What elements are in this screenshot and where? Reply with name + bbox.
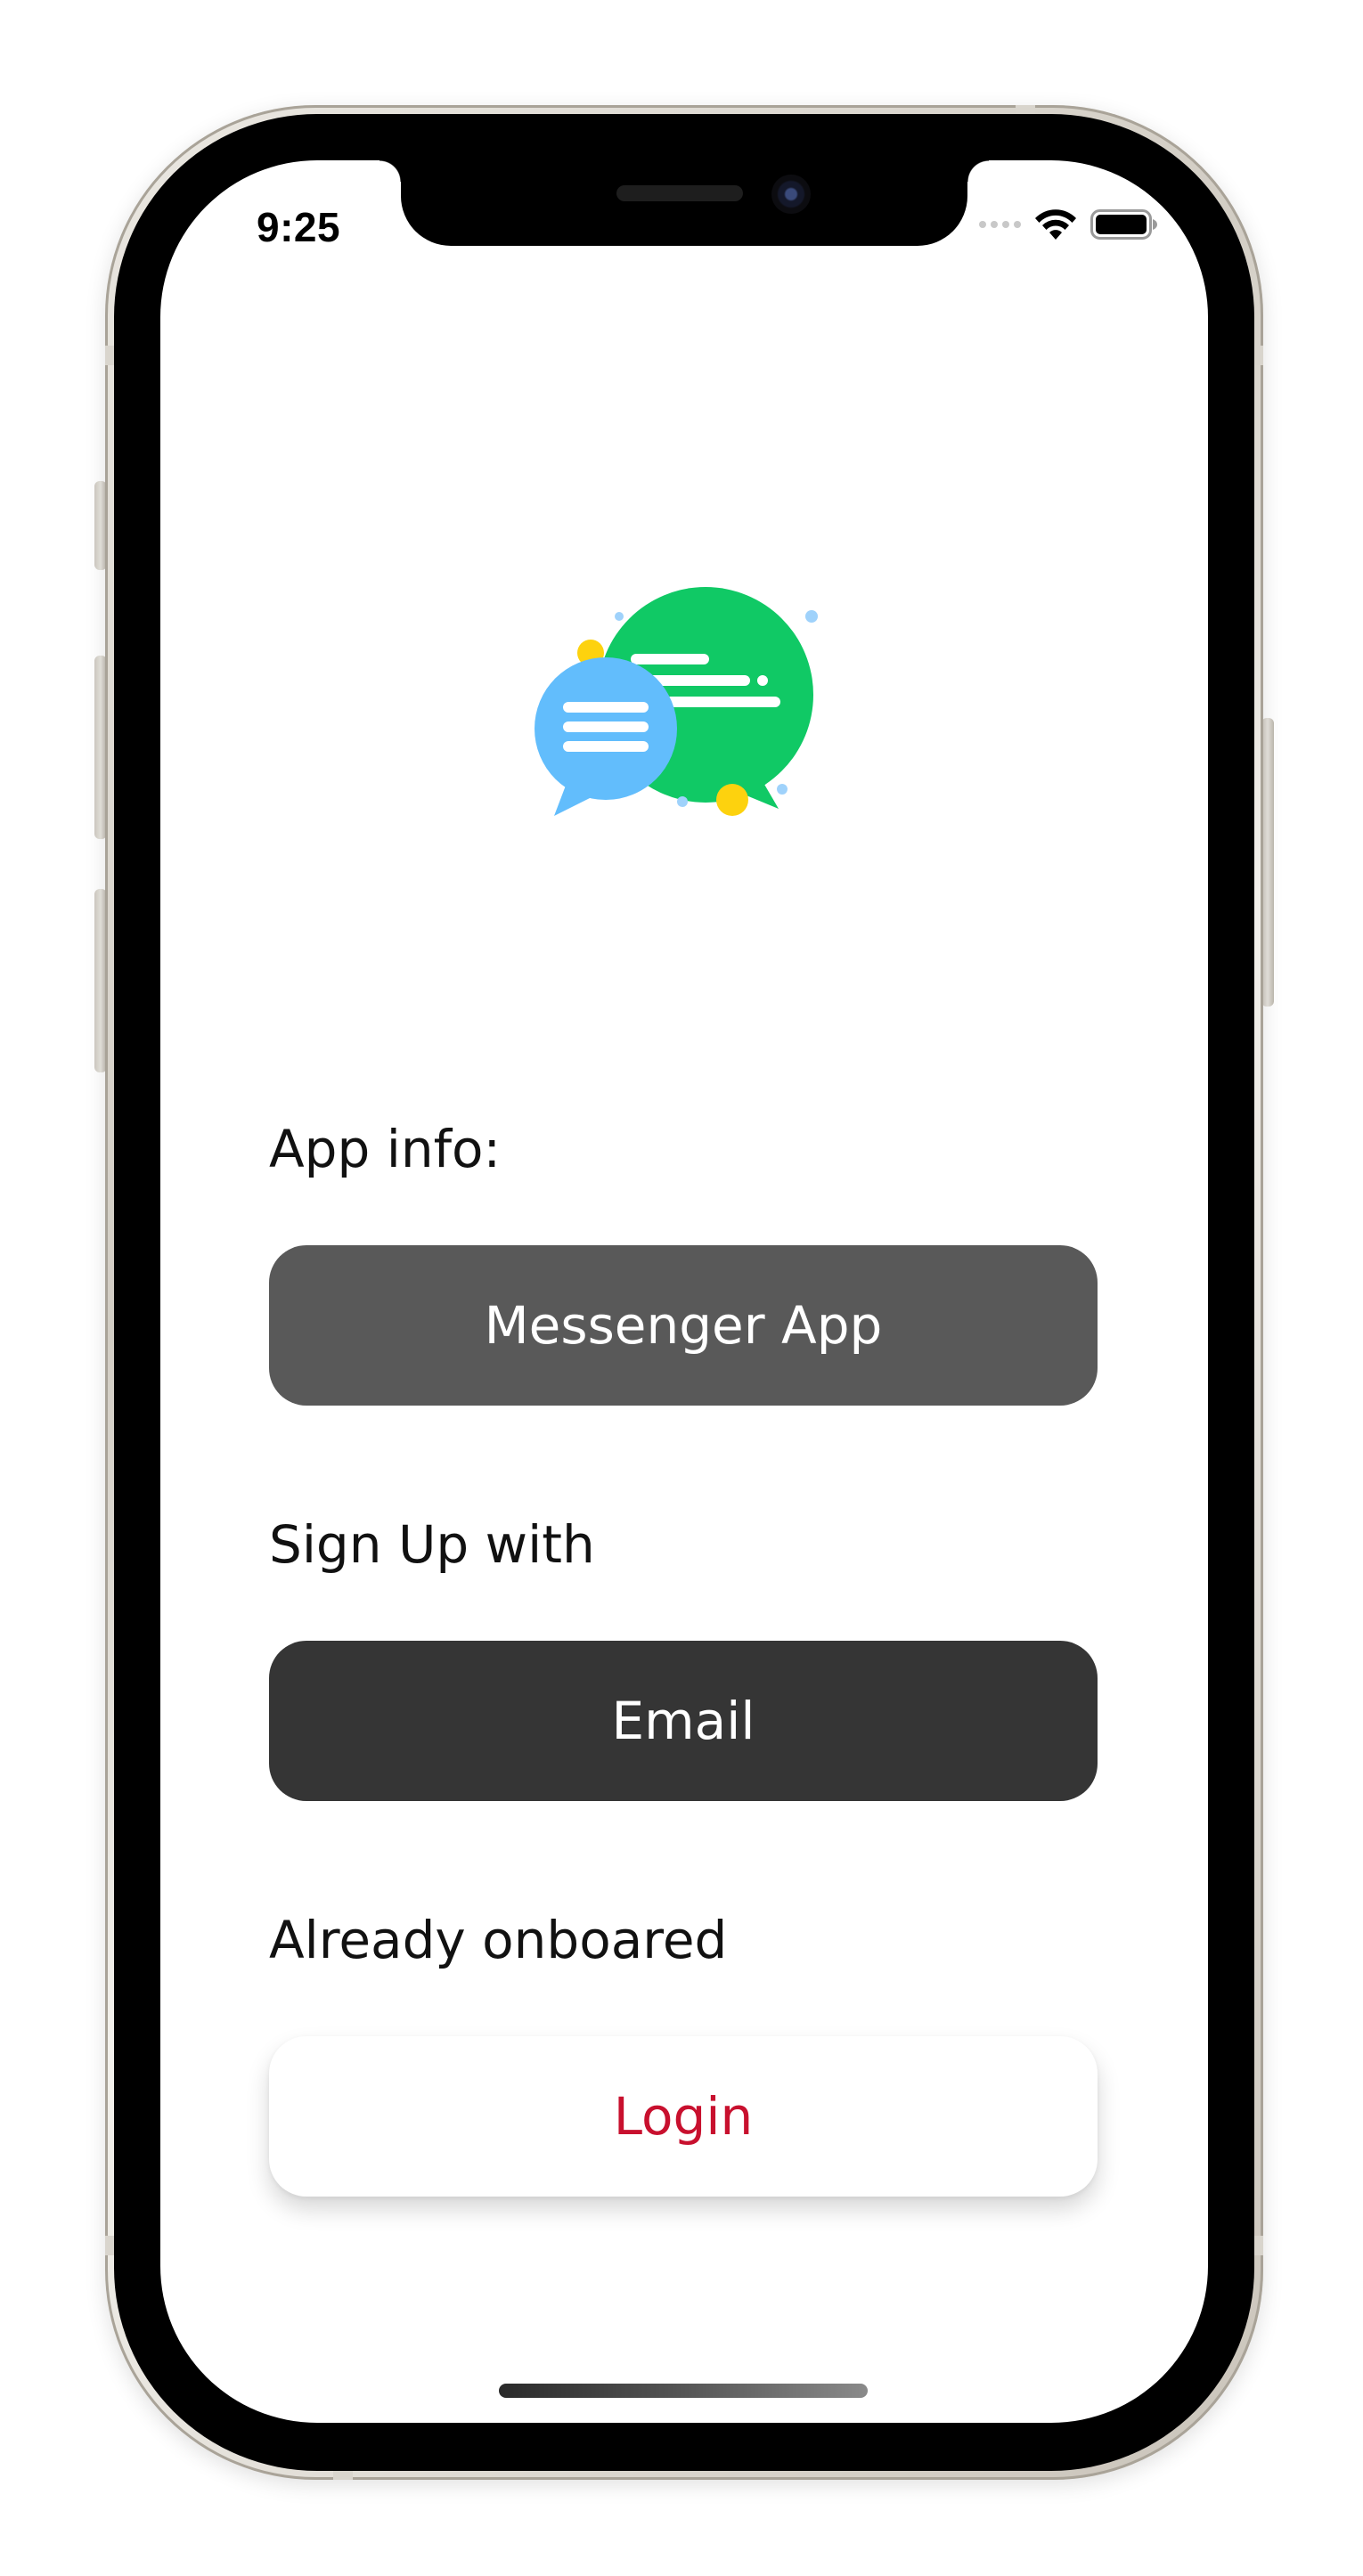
login-button[interactable]: Login xyxy=(269,2036,1098,2197)
email-signup-button[interactable]: Email xyxy=(269,1641,1098,1801)
wifi-icon xyxy=(1035,209,1076,240)
front-camera xyxy=(771,175,811,214)
earpiece-speaker xyxy=(616,185,743,201)
status-time: 9:25 xyxy=(257,204,341,250)
sign-up-label: Sign Up with xyxy=(269,1514,595,1575)
cellular-signal-icon xyxy=(979,221,1021,228)
chat-bubbles-icon xyxy=(535,587,818,816)
already-onboarded-label: Already onboared xyxy=(269,1910,728,1970)
notch xyxy=(380,160,989,246)
device-mockup: 9:25 App info: Messenger App Sign Up wit… xyxy=(0,0,1363,2576)
home-indicator[interactable] xyxy=(499,2384,868,2398)
power-button xyxy=(1261,718,1274,1007)
phone-screen: 9:25 App info: Messenger App Sign Up wit… xyxy=(160,160,1208,2423)
messenger-app-button[interactable]: Messenger App xyxy=(269,1245,1098,1406)
app-info-label: App info: xyxy=(269,1119,502,1179)
battery-icon xyxy=(1090,209,1157,240)
status-icons xyxy=(979,207,1158,242)
